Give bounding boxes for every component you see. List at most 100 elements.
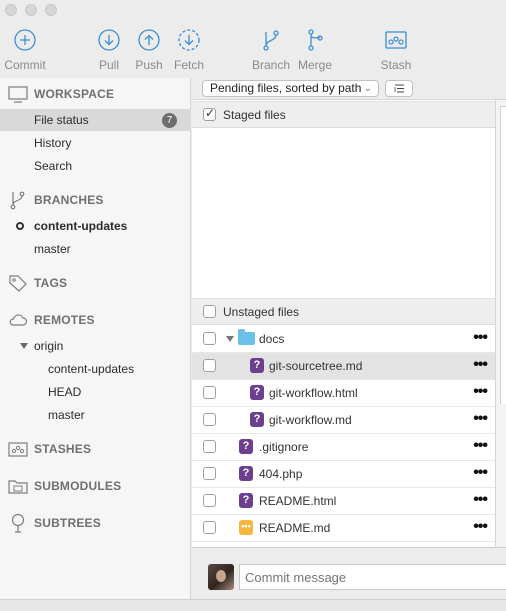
- sidebar-item-remote-head[interactable]: HEAD: [0, 381, 191, 403]
- file-name: README.md: [259, 521, 331, 535]
- sidebar-item-branch-content-updates[interactable]: content-updates: [0, 215, 191, 237]
- file-row[interactable]: ? README.html •••: [192, 488, 495, 515]
- file-name: git-workflow.html: [269, 386, 358, 400]
- file-name: docs: [259, 332, 285, 346]
- subtrees-section[interactable]: SUBTREES: [0, 512, 191, 534]
- arrow-down-circle-icon: [98, 29, 120, 51]
- file-name: 404.php: [259, 467, 303, 481]
- commit-button[interactable]: Commit: [0, 26, 50, 74]
- stash-button[interactable]: Stash: [371, 26, 421, 74]
- fetch-button[interactable]: Fetch: [164, 26, 214, 74]
- fetch-label: Fetch: [173, 58, 204, 72]
- sort-dropdown-value: Pending files, sorted by path: [210, 81, 362, 95]
- sidebar-item-label: master: [48, 408, 85, 422]
- untracked-status-icon: ?: [239, 493, 253, 508]
- file-checkbox[interactable]: [203, 359, 216, 372]
- sidebar-item-label: origin: [34, 339, 64, 353]
- more-options-button[interactable]: •••: [473, 518, 488, 536]
- stash-icon: [8, 442, 28, 457]
- tag-icon: [9, 275, 27, 292]
- sort-dropdown[interactable]: Pending files, sorted by path ⌄: [202, 80, 379, 97]
- file-name: git-workflow.md: [269, 413, 352, 427]
- minimize-window-button[interactable]: [25, 4, 37, 16]
- remotes-section[interactable]: REMOTES: [0, 309, 191, 331]
- workspace-section: WORKSPACE: [0, 83, 191, 105]
- commit-message-input[interactable]: [239, 564, 506, 590]
- file-checkbox[interactable]: [203, 386, 216, 399]
- sidebar-item-remote-origin[interactable]: origin: [0, 335, 191, 357]
- sourcetree-window: Commit Pull Push Fetch Branch Merge Stas…: [0, 0, 506, 611]
- file-row[interactable]: ••• README.md •••: [192, 515, 495, 542]
- file-name: README.html: [259, 494, 337, 508]
- branches-title: BRANCHES: [34, 193, 104, 207]
- monitor-icon: [8, 86, 28, 103]
- sidebar-item-history[interactable]: History: [0, 132, 191, 154]
- file-checkbox[interactable]: [203, 494, 216, 507]
- branch-button[interactable]: Branch: [246, 26, 296, 74]
- file-row[interactable]: ? .gitignore •••: [192, 434, 495, 461]
- unstaged-select-all-checkbox[interactable]: [203, 305, 216, 318]
- sidebar-item-label: File status: [34, 113, 89, 127]
- file-checkbox[interactable]: [203, 413, 216, 426]
- branch-label: Branch: [251, 58, 291, 72]
- sidebar-item-remote-content-updates[interactable]: content-updates: [0, 358, 191, 380]
- staged-select-all-checkbox[interactable]: [203, 106, 216, 121]
- sort-bar: Pending files, sorted by path ⌄: [192, 78, 506, 100]
- sidebar-item-branch-master[interactable]: master: [0, 238, 191, 260]
- cloud-icon: [9, 314, 28, 326]
- staged-files-list: [192, 129, 495, 297]
- more-options-button[interactable]: •••: [473, 491, 488, 509]
- submodule-folder-icon: [8, 480, 28, 494]
- more-options-button[interactable]: •••: [473, 356, 488, 374]
- main-pane: Pending files, sorted by path ⌄ Staged f…: [192, 78, 506, 611]
- sidebar-item-search[interactable]: Search: [0, 155, 191, 177]
- bottom-edge: [0, 599, 506, 611]
- sidebar: WORKSPACE File status 7 History Search B…: [0, 78, 191, 611]
- fetch-dashed-circle-icon: [178, 29, 200, 51]
- untracked-status-icon: ?: [239, 439, 253, 454]
- staged-files-title: Staged files: [223, 108, 286, 122]
- plus-circle-icon: [14, 29, 36, 51]
- sidebar-item-remote-master[interactable]: master: [0, 404, 191, 426]
- file-row[interactable]: ? git-workflow.md •••: [192, 407, 495, 434]
- file-checkbox[interactable]: [203, 440, 216, 453]
- more-options-button[interactable]: •••: [473, 410, 488, 428]
- disclosure-triangle-icon[interactable]: [20, 343, 28, 349]
- disclosure-triangle-icon[interactable]: [226, 336, 234, 342]
- avatar: [208, 564, 234, 590]
- file-checkbox[interactable]: [203, 521, 216, 534]
- sidebar-item-label: content-updates: [48, 362, 135, 376]
- arrow-up-circle-icon: [138, 29, 160, 51]
- more-options-button[interactable]: •••: [473, 383, 488, 401]
- submodules-section[interactable]: SUBMODULES: [0, 475, 191, 497]
- sidebar-item-label: Search: [34, 159, 73, 173]
- diff-pane-edge: [495, 100, 506, 547]
- zoom-window-button[interactable]: [45, 4, 57, 16]
- close-window-button[interactable]: [5, 4, 17, 16]
- view-mode-button[interactable]: [385, 80, 413, 97]
- window-controls: [5, 4, 57, 16]
- file-row-folder[interactable]: docs •••: [192, 326, 495, 353]
- diff-frame: [500, 106, 506, 404]
- sidebar-item-file-status[interactable]: File status 7: [0, 109, 191, 131]
- stash-label: Stash: [380, 58, 412, 72]
- file-checkbox[interactable]: [203, 467, 216, 480]
- untracked-status-icon: ?: [239, 466, 253, 481]
- branches-section[interactable]: BRANCHES: [0, 189, 191, 211]
- merge-icon: [308, 29, 323, 51]
- branch-icon: [10, 191, 25, 210]
- file-row[interactable]: ? git-sourcetree.md •••: [192, 353, 495, 380]
- tags-title: TAGS: [34, 276, 68, 290]
- more-options-button[interactable]: •••: [473, 437, 488, 455]
- file-row[interactable]: ? 404.php •••: [192, 461, 495, 488]
- file-checkbox[interactable]: [203, 332, 216, 345]
- submodules-title: SUBMODULES: [34, 479, 122, 493]
- file-row[interactable]: ? git-workflow.html •••: [192, 380, 495, 407]
- tags-section[interactable]: TAGS: [0, 272, 191, 294]
- sidebar-item-label: HEAD: [48, 385, 82, 399]
- stashes-section[interactable]: STASHES: [0, 438, 191, 460]
- branch-icon: [263, 30, 279, 51]
- merge-button[interactable]: Merge: [290, 26, 340, 74]
- more-options-button[interactable]: •••: [473, 464, 488, 482]
- more-options-button[interactable]: •••: [473, 329, 488, 347]
